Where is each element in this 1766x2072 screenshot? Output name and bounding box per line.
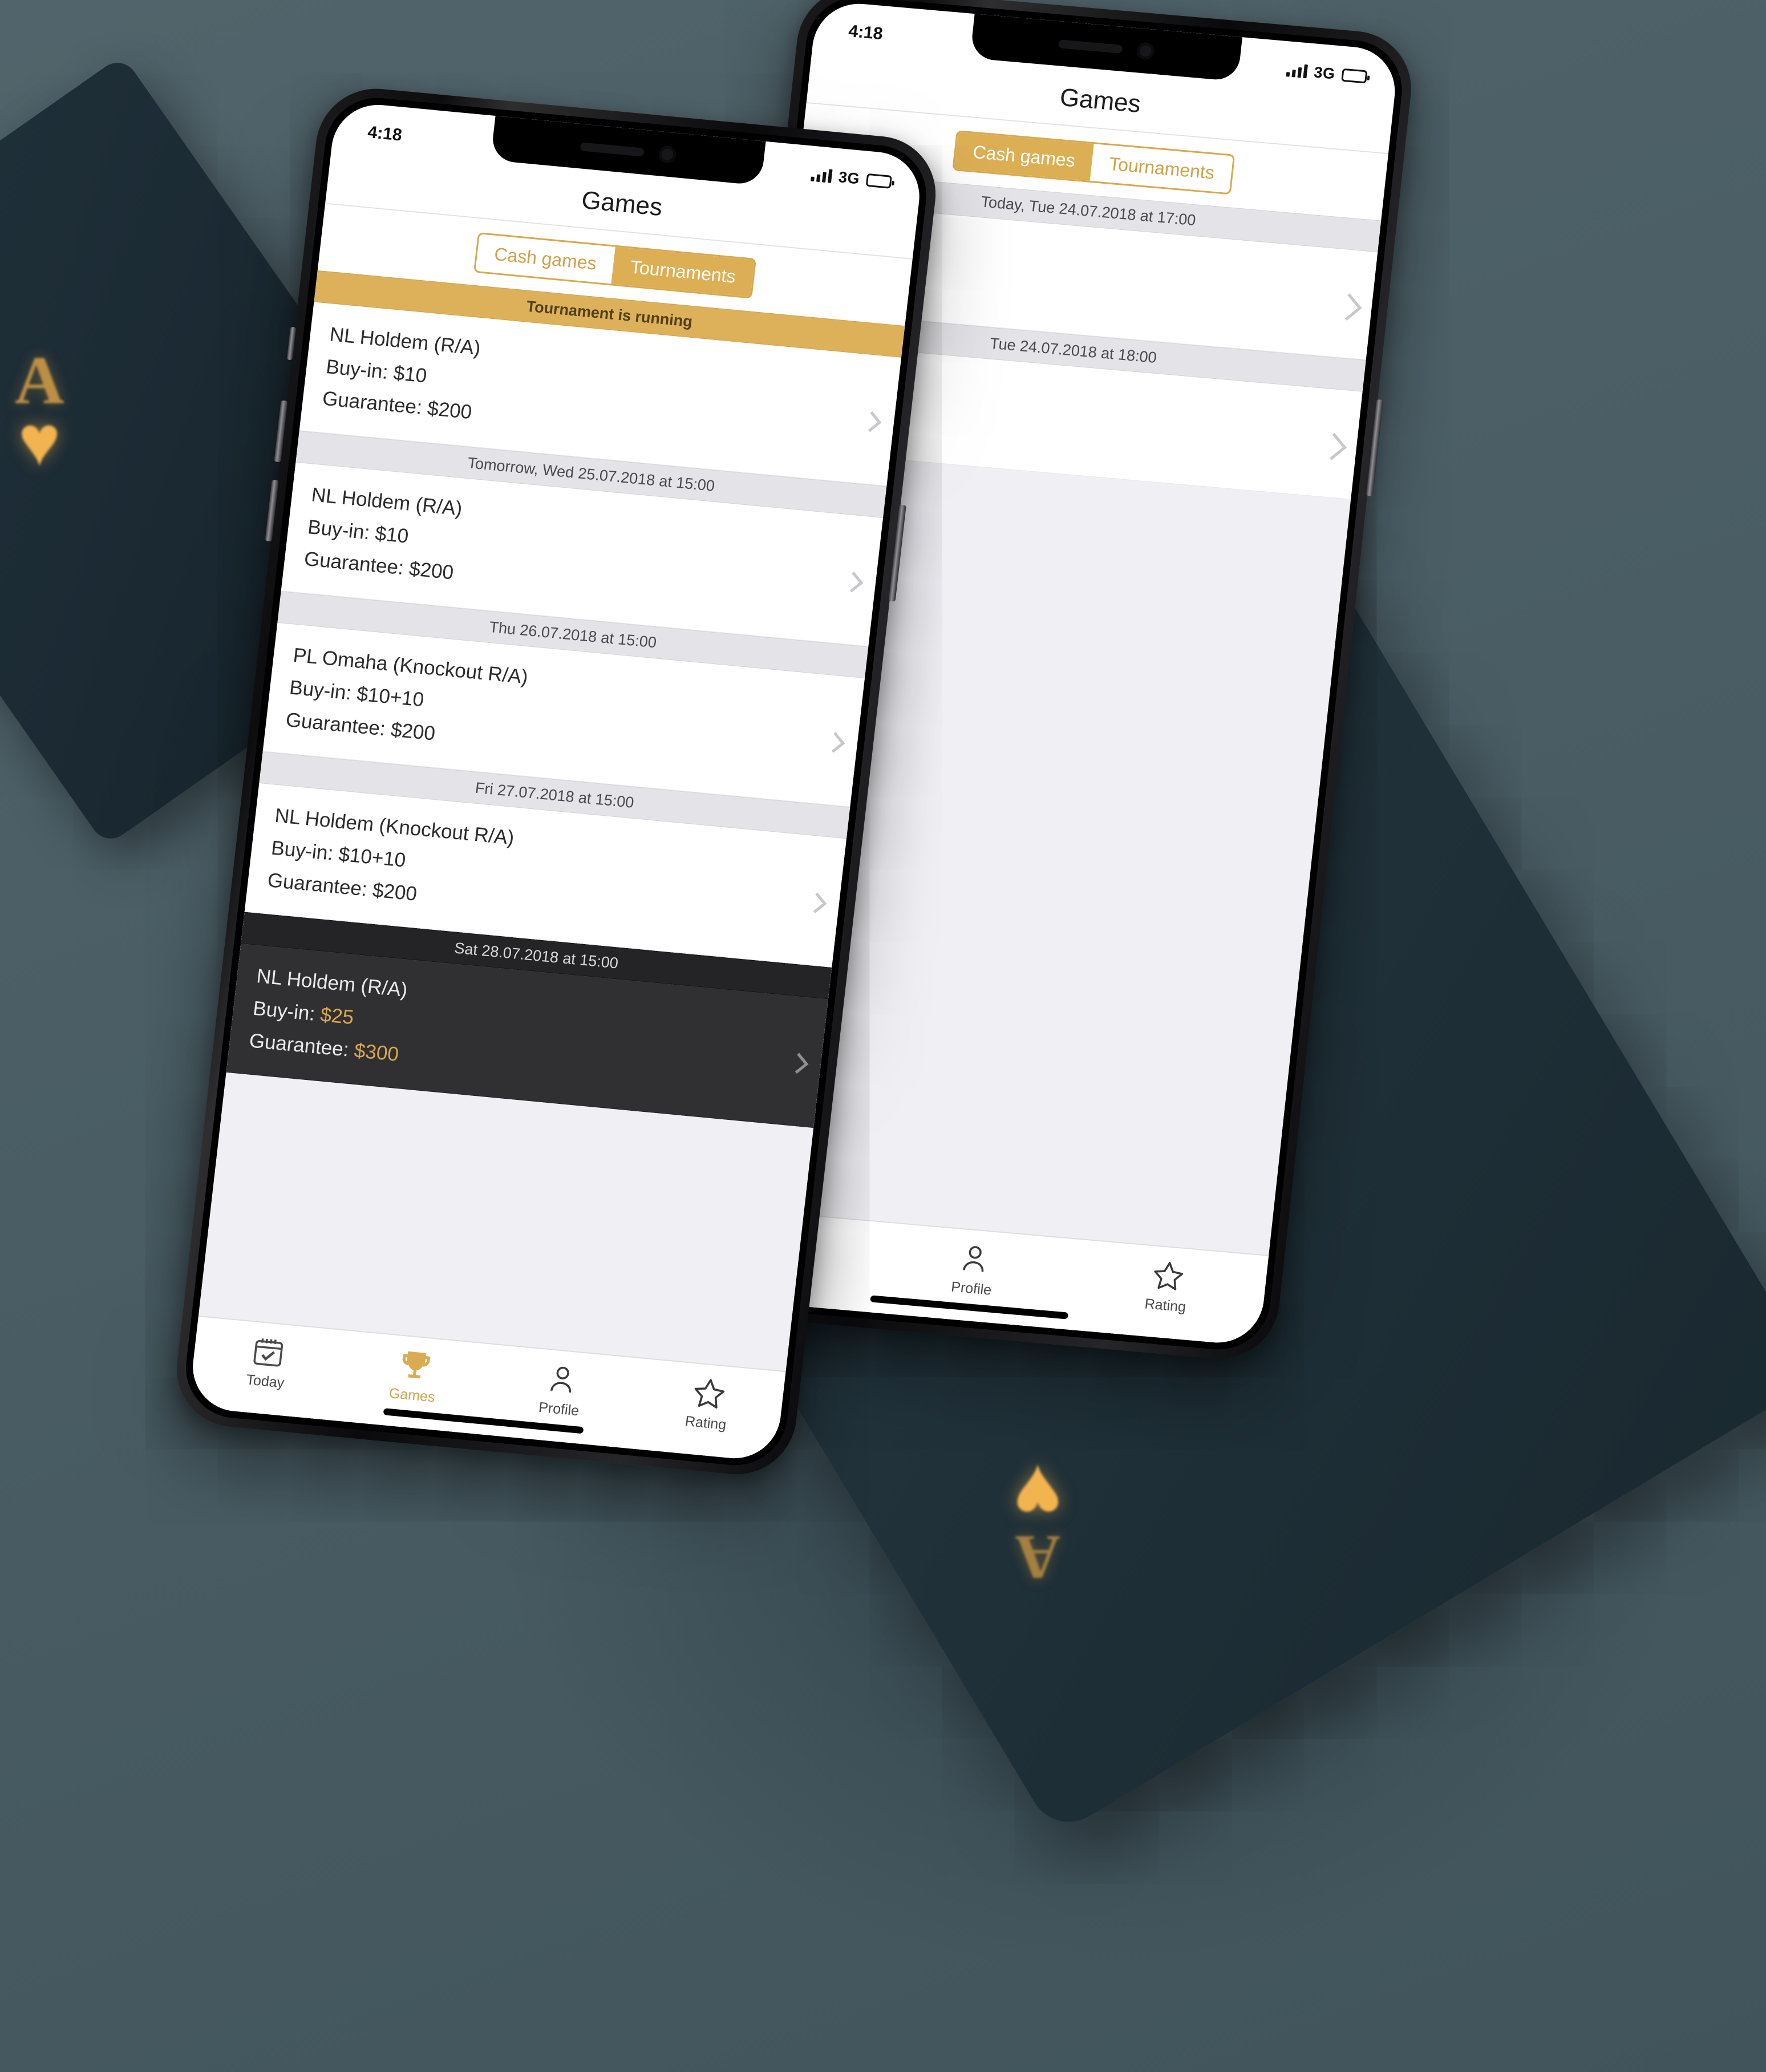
tab-rating[interactable]: Rating: [1067, 1249, 1267, 1322]
chevron-right-icon: [1319, 432, 1347, 460]
tab-games[interactable]: Games: [338, 1341, 491, 1411]
tab-tournaments[interactable]: Tournaments: [611, 246, 755, 297]
signal-bars-icon: [1286, 63, 1308, 79]
guarantee-value: $200: [390, 718, 437, 745]
guarantee-value: $200: [408, 557, 455, 584]
tab-profile[interactable]: Profile: [484, 1355, 638, 1425]
guarantee-label: Guarantee:: [321, 387, 429, 420]
heart-icon: ♥: [1013, 1447, 1063, 1540]
network-type-label: 3G: [1313, 63, 1336, 83]
buyin-value: $25: [319, 1003, 355, 1029]
guarantee-value: $200: [371, 879, 419, 905]
earpiece-speaker: [1058, 39, 1123, 54]
buyin-label: Buy-in:: [325, 355, 395, 384]
chevron-right-icon: [1334, 293, 1362, 321]
guarantee-value: $300: [353, 1039, 400, 1066]
battery-icon: [865, 173, 893, 189]
card-pip-ace-hearts: A ♥: [15, 342, 64, 481]
buyin-label: Buy-in:: [252, 997, 322, 1026]
battery-icon: [1341, 68, 1368, 83]
buyin-value: $10+10: [355, 682, 426, 711]
guarantee-label: Guarantee:: [266, 868, 374, 901]
tab-rating[interactable]: Rating: [631, 1369, 785, 1439]
tab-cash-games[interactable]: Cash games: [475, 234, 616, 284]
buyin-value: $10: [374, 522, 410, 548]
heart-icon: ♥: [18, 401, 61, 481]
front-phone-screen: 4:18 3G Games Cash games Tournaments Tou…: [188, 100, 925, 1463]
segmented-control[interactable]: Cash games Tournaments: [951, 130, 1236, 195]
status-time: 4:18: [847, 22, 884, 44]
tab-tournaments[interactable]: Tournaments: [1090, 144, 1234, 193]
card-pip-ace-hearts-inverted: A ♥: [1013, 1447, 1063, 1592]
buyin-label: Buy-in:: [288, 676, 359, 705]
buyin-value: $10+10: [337, 843, 407, 872]
status-time: 4:18: [366, 123, 403, 145]
guarantee-label: Guarantee:: [285, 708, 392, 740]
signal-bars-icon: [810, 168, 833, 183]
buyin-label: Buy-in:: [306, 516, 377, 544]
buyin-label: Buy-in:: [270, 836, 341, 865]
buyin-value: $10: [392, 361, 428, 387]
network-type-label: 3G: [837, 168, 861, 187]
tournaments-list[interactable]: Tournament is running NL Holdem (R/A) Bu…: [188, 270, 905, 1463]
front-camera-icon: [1136, 42, 1155, 60]
guarantee-label: Guarantee:: [303, 548, 411, 580]
front-camera-icon: [658, 145, 677, 164]
earpiece-speaker: [580, 141, 645, 157]
tab-today[interactable]: Today: [191, 1327, 345, 1397]
guarantee-value: $200: [426, 397, 473, 424]
tab-cash-games[interactable]: Cash games: [954, 132, 1095, 181]
guarantee-label: Guarantee:: [248, 1029, 356, 1062]
tab-profile[interactable]: Profile: [873, 1232, 1074, 1305]
